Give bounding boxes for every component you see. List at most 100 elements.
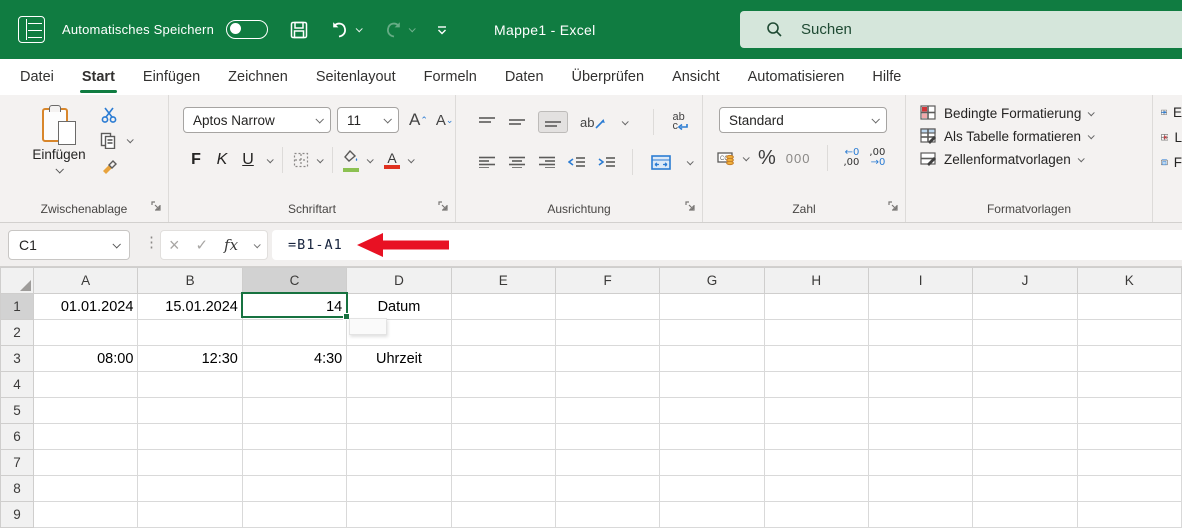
align-right-button[interactable] [538,156,556,168]
cell-I7[interactable] [867,449,974,476]
insert-function-chevron[interactable] [253,240,261,248]
column-header-J[interactable]: J [972,267,1078,294]
cell-E7[interactable] [450,449,556,476]
cell-F3[interactable] [554,345,661,372]
cell-E1[interactable] [450,293,556,320]
cell-D7[interactable] [346,449,452,476]
cell-D8[interactable] [346,475,452,502]
row-header-1[interactable]: 1 [0,293,34,320]
cell-H6[interactable] [763,423,869,450]
cell-B8[interactable] [137,475,243,502]
cell-E3[interactable] [450,345,556,372]
cell-F8[interactable] [554,475,661,502]
cell-H8[interactable] [763,475,869,502]
tab-ansicht[interactable]: Ansicht [658,59,734,95]
orientation-dropdown-chevron[interactable] [622,117,630,125]
cell-B9[interactable] [137,501,243,528]
cell-G6[interactable] [659,423,765,450]
row-header-8[interactable]: 8 [0,475,34,502]
merge-center-button[interactable] [651,154,671,170]
borders-dropdown-chevron[interactable] [316,155,324,163]
cell-H2[interactable] [763,319,869,346]
cell-G2[interactable] [659,319,765,346]
name-box[interactable]: C1 [8,230,130,260]
enter-button[interactable]: ✓ [195,236,208,254]
cell-J7[interactable] [972,449,1078,476]
save-button[interactable] [290,21,308,39]
cell-H7[interactable] [763,449,869,476]
cell-A7[interactable] [32,449,139,476]
cell-A9[interactable] [32,501,139,528]
increase-indent-button[interactable] [598,156,616,168]
column-header-G[interactable]: G [659,267,765,294]
orientation-button[interactable]: ab [580,115,606,130]
cell-K6[interactable] [1076,423,1182,450]
increase-decimal-button[interactable]: ←0 ,00 [844,148,860,168]
cell-E2[interactable] [450,319,556,346]
insert-function-button[interactable]: fx [224,236,238,254]
cell-K9[interactable] [1076,501,1182,528]
cell-F9[interactable] [554,501,661,528]
paste-dropdown-chevron[interactable] [55,165,64,174]
cell-K2[interactable] [1076,319,1182,346]
align-left-button[interactable] [478,156,496,168]
increase-font-size-button[interactable]: A ⌃ [409,110,428,130]
cell-I9[interactable] [867,501,974,528]
cell-I1[interactable] [867,293,974,320]
cell-K1[interactable] [1076,293,1182,320]
align-top-button[interactable] [478,116,496,128]
cell-F7[interactable] [554,449,661,476]
tab-seitenlayout[interactable]: Seitenlayout [302,59,410,95]
cell-J5[interactable] [972,397,1078,424]
accounting-dropdown-chevron[interactable] [742,153,750,161]
cell-J9[interactable] [972,501,1078,528]
cell-H4[interactable] [763,371,869,398]
font-color-button[interactable]: A [384,151,400,169]
column-header-F[interactable]: F [554,267,661,294]
alignment-dialog-launcher[interactable] [685,198,695,216]
cell-F6[interactable] [554,423,661,450]
cell-G7[interactable] [659,449,765,476]
italic-button[interactable]: K [211,151,233,169]
fill-color-button[interactable] [343,149,359,172]
row-header-6[interactable]: 6 [0,423,34,450]
cell-K3[interactable] [1076,345,1182,372]
cell-I5[interactable] [867,397,974,424]
cell-H9[interactable] [763,501,869,528]
insert-cells-button[interactable]: E [1161,105,1182,120]
delete-cells-button[interactable]: L [1161,130,1182,145]
cell-F5[interactable] [554,397,661,424]
cell-A8[interactable] [32,475,139,502]
tab-hilfe[interactable]: Hilfe [858,59,915,95]
undo-button[interactable] [330,21,363,39]
cell-K7[interactable] [1076,449,1182,476]
column-header-A[interactable]: A [32,267,139,294]
cell-E9[interactable] [450,501,556,528]
cell-C4[interactable] [241,371,348,398]
formula-input[interactable]: =B1-A1 [272,230,1182,260]
decrease-font-size-button[interactable]: A ⌄ [436,112,454,129]
cell-F1[interactable] [554,293,661,320]
select-all-corner[interactable] [0,267,34,294]
cell-D1[interactable]: Datum [346,293,452,320]
cell-C9[interactable] [241,501,348,528]
cell-J8[interactable] [972,475,1078,502]
search-box[interactable]: Suchen [740,11,1182,48]
decrease-indent-button[interactable] [568,156,586,168]
fill-color-dropdown-chevron[interactable] [366,155,374,163]
cancel-button[interactable]: × [169,235,180,256]
cell-D6[interactable] [346,423,452,450]
tab-daten[interactable]: Daten [491,59,558,95]
cell-H1[interactable] [763,293,869,320]
cell-D5[interactable] [346,397,452,424]
cell-styles-button[interactable]: Zellenformatvorlagen [920,151,1152,167]
cell-G8[interactable] [659,475,765,502]
conditional-formatting-button[interactable]: Bedingte Formatierung [920,105,1152,121]
merge-dropdown-chevron[interactable] [686,157,694,165]
cell-B5[interactable] [137,397,243,424]
row-header-2[interactable]: 2 [0,319,34,346]
font-dialog-launcher[interactable] [438,198,448,216]
formula-bar-resize-handle[interactable]: ⋮ [144,233,159,251]
cell-K8[interactable] [1076,475,1182,502]
underline-button[interactable]: U [237,151,259,169]
